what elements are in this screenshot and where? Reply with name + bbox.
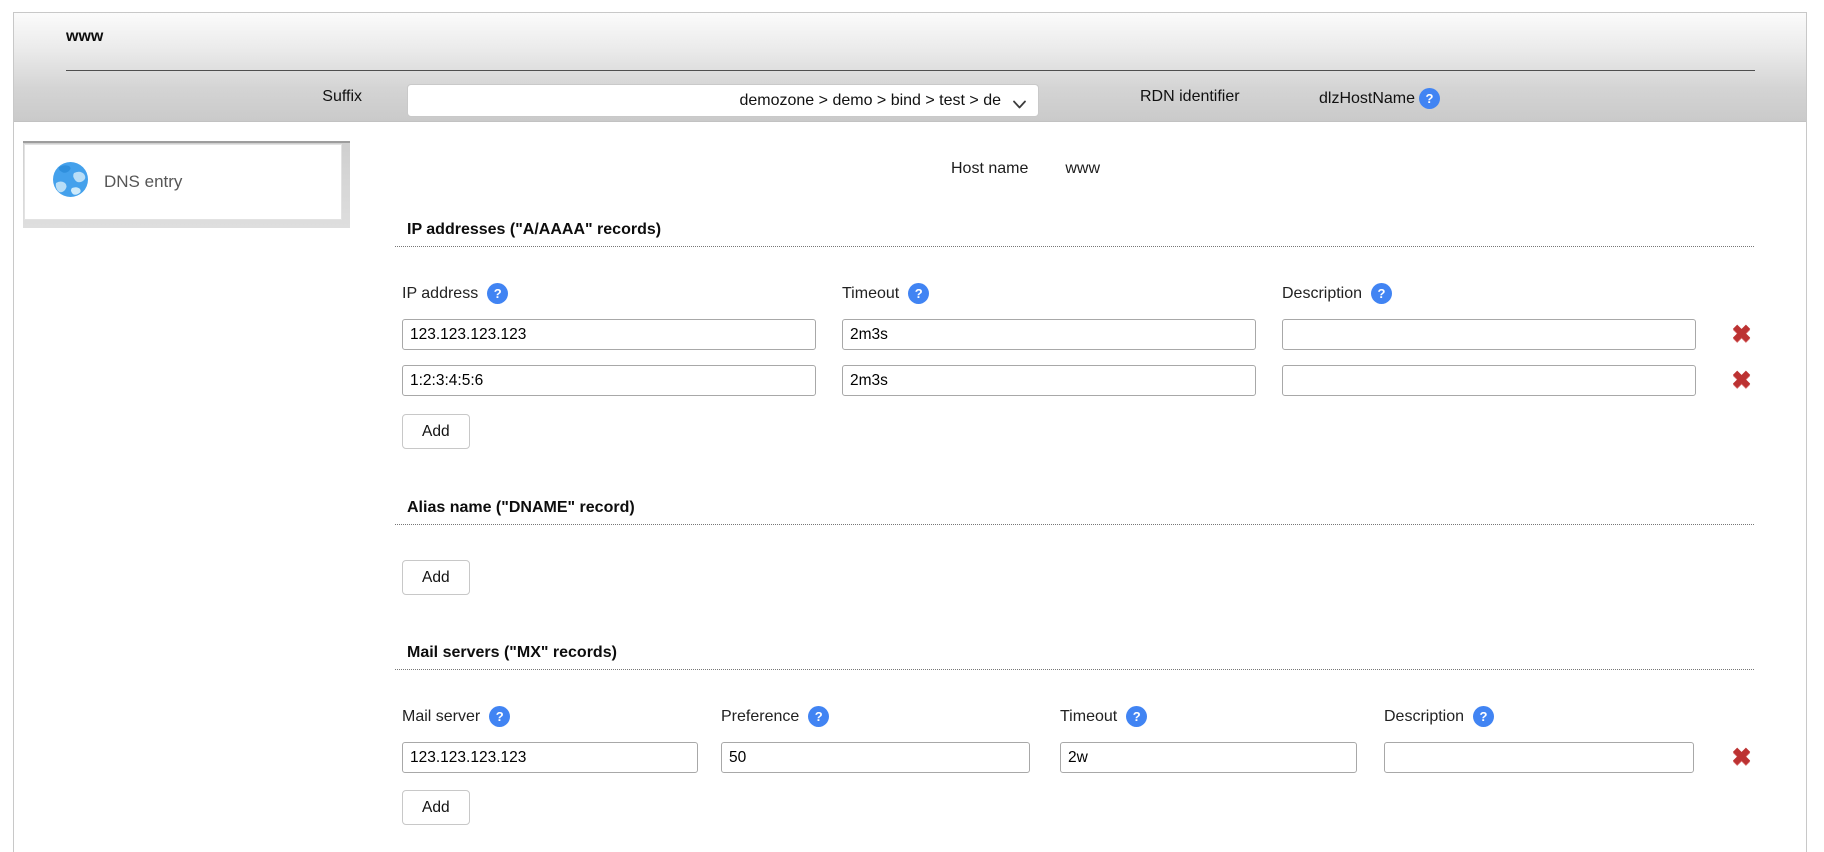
section-heading-mx: Mail servers ("MX" records) bbox=[395, 644, 1754, 670]
delete-row-icon[interactable]: ✖ bbox=[1731, 746, 1751, 770]
page-title: www bbox=[66, 28, 103, 46]
mail-server-column-label: Mail server bbox=[402, 708, 480, 726]
mx-description-input[interactable] bbox=[1384, 742, 1694, 773]
suffix-select[interactable]: demozone > demo > bind > test > de bbox=[407, 84, 1039, 117]
ip-timeout-input[interactable] bbox=[842, 365, 1256, 396]
mx-preference-input[interactable] bbox=[721, 742, 1030, 773]
suffix-select-value: demozone > demo > bind > test > de bbox=[739, 92, 1001, 110]
ip-address-input[interactable] bbox=[402, 319, 816, 350]
hostname-value: www bbox=[1065, 160, 1100, 178]
help-icon[interactable]: ? bbox=[808, 706, 829, 727]
mx-row: ✖ bbox=[395, 742, 1754, 773]
section-heading-dname: Alias name ("DNAME" record) bbox=[395, 499, 1754, 525]
add-dname-button[interactable]: Add bbox=[402, 560, 470, 595]
ip-address-input[interactable] bbox=[402, 365, 816, 396]
help-icon[interactable]: ? bbox=[487, 283, 508, 304]
help-icon[interactable]: ? bbox=[1371, 283, 1392, 304]
help-icon[interactable]: ? bbox=[1473, 706, 1494, 727]
description-column-label: Description bbox=[1384, 708, 1464, 726]
add-mx-button[interactable]: Add bbox=[402, 790, 470, 825]
help-icon[interactable]: ? bbox=[489, 706, 510, 727]
ip-row: ✖ bbox=[395, 365, 1754, 396]
help-icon[interactable]: ? bbox=[908, 283, 929, 304]
content-area: DNS entry Host name www IP addresses ("A… bbox=[14, 122, 1806, 842]
ip-header-row: IP address ? Timeout ? Description ? bbox=[395, 283, 1754, 304]
delete-row-icon[interactable]: ✖ bbox=[1731, 323, 1751, 347]
help-icon[interactable]: ? bbox=[1419, 88, 1440, 109]
description-column-label: Description bbox=[1282, 285, 1362, 303]
page-header: www Suffix demozone > demo > bind > test… bbox=[14, 13, 1806, 122]
mx-timeout-input[interactable] bbox=[1060, 742, 1357, 773]
ip-address-column-label: IP address bbox=[402, 285, 478, 303]
timeout-column-label: Timeout bbox=[842, 285, 899, 303]
ip-description-input[interactable] bbox=[1282, 365, 1696, 396]
ip-description-input[interactable] bbox=[1282, 319, 1696, 350]
hostname-label: Host name bbox=[951, 160, 1028, 178]
section-heading-ip: IP addresses ("A/AAAA" records) bbox=[395, 221, 1754, 247]
tab-dns-entry[interactable]: DNS entry bbox=[23, 141, 350, 228]
chevron-down-icon bbox=[1013, 96, 1026, 105]
ip-timeout-input[interactable] bbox=[842, 319, 1256, 350]
tab-dns-entry-label: DNS entry bbox=[104, 172, 182, 192]
title-divider bbox=[66, 70, 1755, 71]
ip-row: ✖ bbox=[395, 319, 1754, 350]
add-ip-button[interactable]: Add bbox=[402, 414, 470, 449]
globe-icon bbox=[52, 161, 89, 203]
rdn-identifier-label: RDN identifier bbox=[1140, 88, 1240, 106]
delete-row-icon[interactable]: ✖ bbox=[1731, 369, 1751, 393]
timeout-column-label: Timeout bbox=[1060, 708, 1117, 726]
mail-server-input[interactable] bbox=[402, 742, 698, 773]
preference-column-label: Preference bbox=[721, 708, 799, 726]
mx-header-row: Mail server ? Preference ? Timeout ? Des… bbox=[395, 706, 1754, 727]
form-column: IP addresses ("A/AAAA" records) IP addre… bbox=[395, 221, 1754, 825]
suffix-label: Suffix bbox=[206, 88, 362, 106]
page-frame: www Suffix demozone > demo > bind > test… bbox=[13, 12, 1807, 852]
help-icon[interactable]: ? bbox=[1126, 706, 1147, 727]
rdn-identifier-value: dlzHostName bbox=[1319, 90, 1415, 108]
hostname-row: Host name www bbox=[951, 160, 1100, 178]
